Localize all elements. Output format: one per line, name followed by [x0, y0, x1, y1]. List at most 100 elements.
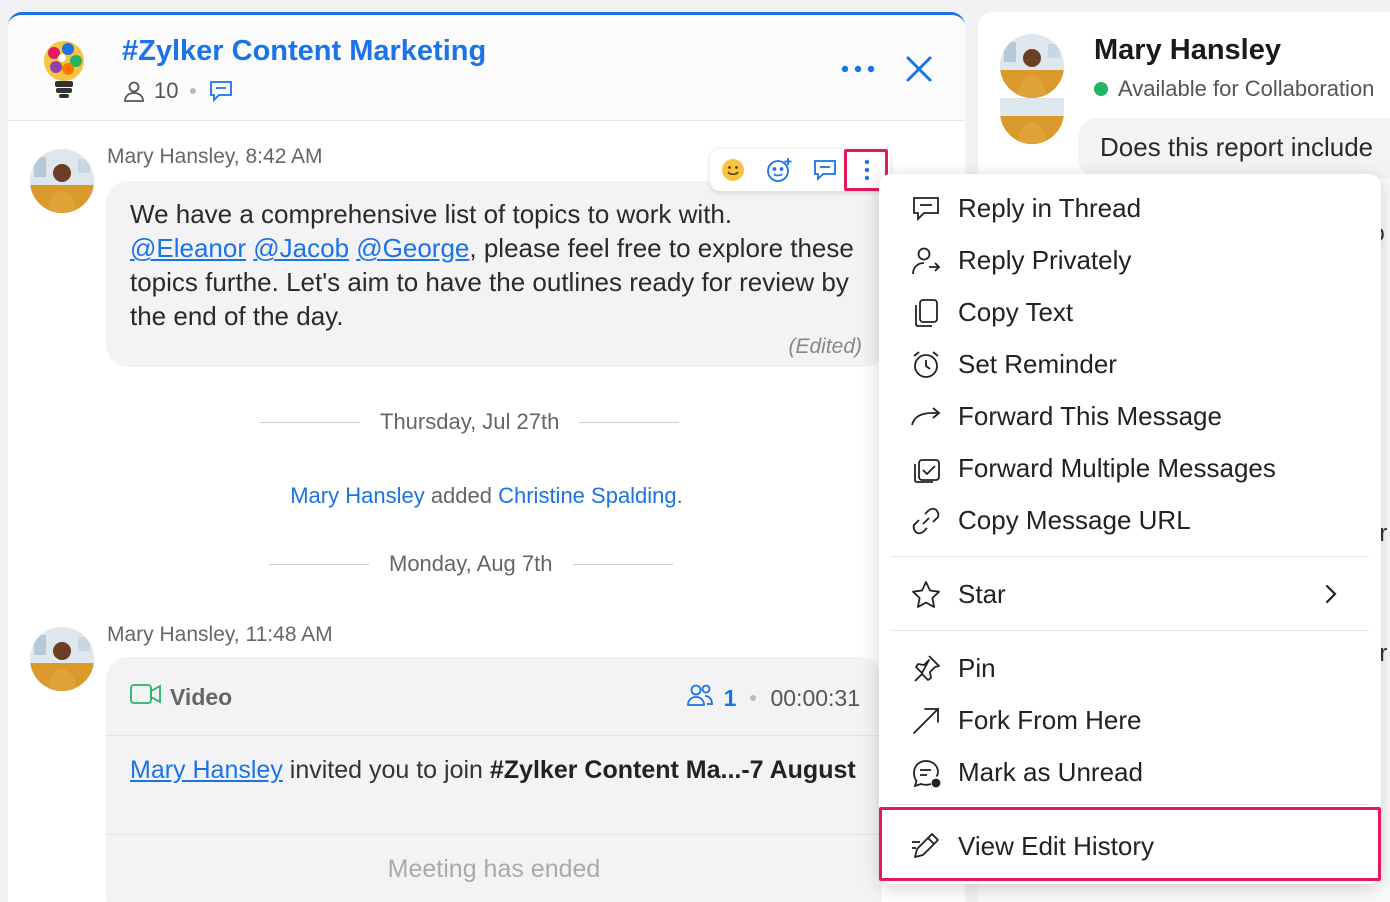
menu-item-reply-in-thread[interactable]: Reply in Thread: [879, 182, 1381, 234]
menu-item-label: Reply Privately: [958, 244, 1132, 275]
menu-divider: [891, 630, 1369, 631]
menu-divider: [891, 804, 1369, 805]
menu-item-forward-multiple[interactable]: Forward Multiple Messages: [879, 442, 1381, 494]
date-separator: Thursday, Jul 27th: [260, 407, 680, 437]
private-reply-icon: [909, 246, 943, 276]
menu-item-copy-text[interactable]: Copy Text: [879, 286, 1381, 338]
date-separator: Monday, Aug 7th: [269, 549, 673, 579]
invite-text: invited you to join: [282, 756, 490, 784]
menu-item-label: Set Reminder: [958, 348, 1117, 379]
menu-item-label: Copy Message URL: [958, 504, 1191, 535]
avatar[interactable]: [1000, 34, 1064, 98]
member-count[interactable]: 10: [154, 78, 178, 104]
avatar[interactable]: [30, 627, 94, 691]
close-icon[interactable]: [901, 51, 937, 87]
mention-jacob[interactable]: @Jacob: [253, 233, 349, 263]
menu-item-label: Pin: [958, 652, 996, 683]
available-status-dot: [1094, 82, 1108, 96]
menu-divider: [891, 556, 1369, 557]
menu-item-label: Forward Multiple Messages: [958, 452, 1276, 483]
menu-item-set-reminder[interactable]: Set Reminder: [879, 338, 1381, 390]
contact-status: Available for Collaboration: [1094, 76, 1374, 102]
divider: [269, 563, 369, 565]
stats-separator: [750, 695, 757, 701]
meeting-ended-label: Meeting has ended: [387, 855, 601, 883]
message-sender: Mary Hansley, 8:42 AM: [107, 145, 323, 169]
forward-multiple-icon: [909, 454, 943, 484]
menu-item-copy-message-url[interactable]: Copy Message URL: [879, 494, 1381, 546]
alarm-clock-icon: [909, 350, 943, 380]
mention-eleanor[interactable]: @Eleanor: [130, 233, 246, 263]
participants-icon[interactable]: [686, 683, 714, 713]
message-context-menu: Reply in Thread Reply Privately Copy Tex…: [879, 174, 1381, 884]
sender-name[interactable]: Mary Hansley,: [107, 623, 240, 646]
system-end: .: [676, 483, 683, 508]
channel-logo-icon[interactable]: [42, 39, 86, 99]
divider: [260, 421, 360, 423]
edited-label[interactable]: (Edited): [788, 335, 862, 359]
invite-channel: #Zylker Content Ma...-7 August: [489, 756, 856, 784]
participant-count[interactable]: 1: [724, 685, 737, 712]
date-label: Thursday, Jul 27th: [380, 409, 560, 434]
menu-item-pin[interactable]: Pin: [879, 642, 1381, 694]
message-preview: Does this report include: [1100, 132, 1374, 162]
avatar[interactable]: [30, 149, 94, 213]
menu-item-star[interactable]: Star: [879, 568, 1381, 620]
app-window: #Zylker Content Marketing 10 Mary Hansle…: [0, 0, 1390, 902]
menu-item-label: Mark as Unread: [958, 756, 1143, 787]
video-call-card[interactable]: Video 1 00:00:31 Mary Hansley invited yo…: [106, 657, 882, 902]
inviter-link[interactable]: Mary Hansley: [130, 756, 283, 784]
link-icon: [909, 506, 943, 536]
smiley-reaction-icon[interactable]: [716, 153, 750, 187]
message-time: 8:42 AM: [245, 145, 323, 168]
thread-icon[interactable]: [208, 78, 234, 104]
pin-icon: [909, 654, 943, 684]
message-sender: Mary Hansley, 11:48 AM: [107, 623, 333, 647]
call-stats: 1 00:00:31: [686, 683, 860, 713]
edit-history-highlight: [879, 807, 1381, 881]
message-text: We have a comprehensive list of topics t…: [130, 197, 860, 333]
mention-george[interactable]: @George: [356, 233, 469, 263]
forward-icon: [909, 402, 943, 432]
date-label: Monday, Aug 7th: [389, 551, 553, 576]
star-icon: [909, 580, 943, 610]
thread-reply-icon: [909, 194, 943, 224]
call-header: Video 1 00:00:31: [106, 657, 882, 735]
contact-name[interactable]: Mary Hansley: [1094, 34, 1281, 67]
divider: [572, 563, 673, 565]
system-target-link[interactable]: Christine Spalding: [498, 483, 677, 508]
menu-item-fork-from-here[interactable]: Fork From Here: [879, 694, 1381, 746]
more-options-button[interactable]: [838, 51, 878, 87]
sender-name[interactable]: Mary Hansley,: [107, 145, 240, 168]
message-time: 11:48 AM: [245, 623, 333, 646]
members-icon[interactable]: [122, 79, 146, 103]
menu-item-mark-as-unread[interactable]: Mark as Unread: [879, 746, 1381, 798]
menu-item-label: Forward This Message: [958, 400, 1222, 431]
channel-title[interactable]: #Zylker Content Marketing: [122, 35, 486, 68]
call-invite-text: Mary Hansley invited you to join #Zylker…: [130, 754, 860, 786]
system-action: added: [424, 483, 499, 508]
menu-item-label: Copy Text: [958, 296, 1074, 327]
unread-chat-icon: [909, 758, 943, 788]
chat-panel: #Zylker Content Marketing 10 Mary Hansle…: [8, 12, 965, 902]
add-reaction-icon[interactable]: [762, 153, 796, 187]
channel-meta: 10: [122, 77, 234, 105]
call-duration: 00:00:31: [770, 684, 860, 711]
system-actor-link[interactable]: Mary Hansley: [290, 483, 424, 508]
call-invite-body: Mary Hansley invited you to join #Zylker…: [106, 735, 882, 835]
reply-thread-icon[interactable]: [808, 153, 842, 187]
divider: [579, 421, 680, 423]
message-text-start: We have a comprehensive list of topics t…: [130, 199, 733, 229]
menu-item-forward-this-message[interactable]: Forward This Message: [879, 390, 1381, 442]
call-type: Video: [130, 683, 232, 711]
chat-header: #Zylker Content Marketing 10: [8, 15, 965, 121]
meta-separator: [190, 88, 197, 94]
message-bubble: We have a comprehensive list of topics t…: [106, 181, 886, 367]
avatar: [1000, 98, 1064, 144]
message-bubble: Does this report include: [1078, 118, 1390, 178]
menu-item-label: Reply in Thread: [958, 192, 1142, 223]
menu-item-reply-privately[interactable]: Reply Privately: [879, 234, 1381, 286]
system-message: Mary Hansley added Christine Spalding.: [8, 483, 965, 509]
fork-arrow-icon: [909, 706, 943, 736]
call-type-label: Video: [170, 683, 233, 710]
